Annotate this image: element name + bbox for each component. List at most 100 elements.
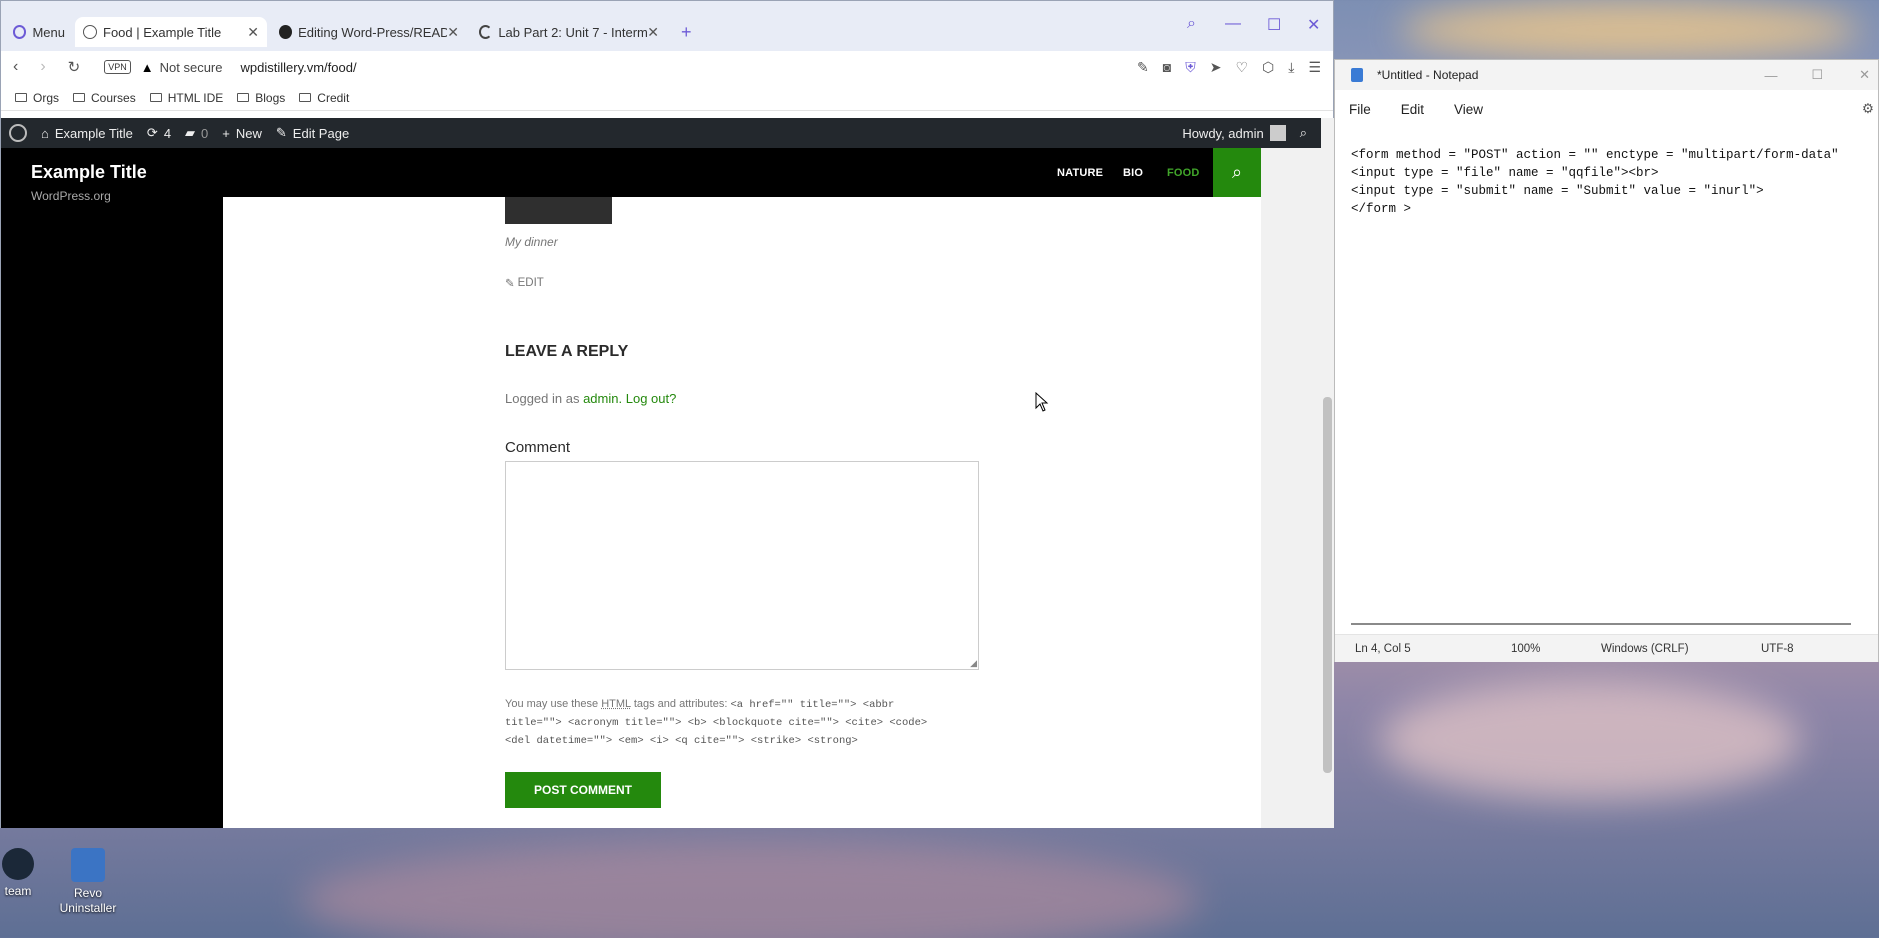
sidebar-link-wordpress-org[interactable]: WordPress.org	[31, 189, 111, 203]
post-comment-button[interactable]: POST COMMENT	[505, 772, 661, 808]
allowed-code: <a href="" title=""> <abbr	[730, 699, 895, 711]
forward-icon[interactable]: ›	[40, 58, 45, 76]
tab-label: Lab Part 2: Unit 7 - Interme	[498, 24, 648, 40]
notepad-status-bar: Ln 4, Col 5 100% Windows (CRLF) UTF-8	[1335, 634, 1878, 662]
reply-heading: LEAVE A REPLY	[505, 343, 629, 360]
close-window-icon[interactable]: ✕	[1307, 15, 1320, 35]
nav-nature[interactable]: NATURE	[1057, 167, 1103, 179]
user-link[interactable]: admin	[583, 391, 618, 406]
notepad-menu-bar: File Edit View ⚙	[1335, 94, 1878, 124]
admin-account[interactable]: Howdy, admin	[1182, 125, 1286, 141]
desktop-icon-label: team	[4, 884, 32, 898]
folder-icon	[149, 93, 162, 102]
steam-icon	[2, 848, 34, 880]
edit-icon[interactable]: ✎	[1137, 59, 1149, 76]
folder-icon	[73, 93, 86, 102]
bookmark-blogs[interactable]: Blogs	[237, 91, 285, 105]
image-caption: My dinner	[505, 235, 558, 249]
line-endings: Windows (CRLF)	[1601, 642, 1689, 655]
tab-food[interactable]: Food | Example Title ✕	[75, 17, 267, 47]
desktop-icon-revo-uninstaller[interactable]: Revo Uninstaller	[52, 848, 124, 916]
home-icon: ⌂	[41, 125, 49, 141]
avatar	[1269, 125, 1286, 141]
logout-link[interactable]: Log out?	[626, 391, 677, 406]
folder-icon	[15, 93, 27, 102]
menu-file[interactable]: File	[1349, 102, 1371, 117]
heart-icon[interactable]: ♡	[1235, 59, 1248, 76]
desktop-background-cloud	[300, 840, 1200, 938]
admin-edit-page[interactable]: ✎ Edit Page	[276, 125, 349, 141]
menu-label: Menu	[32, 24, 65, 40]
admin-updates[interactable]: ⟳ 4	[147, 125, 171, 141]
url-field[interactable]: wpdistillery.vm/food/	[241, 60, 357, 75]
bookmark-label: HTML IDE	[167, 90, 224, 105]
globe-icon	[83, 25, 97, 39]
easy-setup-icon[interactable]: ☰	[1308, 59, 1321, 76]
download-icon[interactable]: ⤓	[1288, 59, 1294, 76]
horizontal-scrollbar[interactable]	[1351, 623, 1851, 625]
reload-icon[interactable]: ↻	[68, 58, 81, 76]
back-icon[interactable]: ‹	[13, 58, 18, 76]
new-tab-icon[interactable]: +	[673, 17, 697, 47]
nav-food[interactable]: FOOD	[1167, 167, 1200, 179]
close-window-icon[interactable]: ✕	[1859, 67, 1870, 83]
desktop-icon-label: Revo Uninstaller	[59, 886, 117, 915]
bookmarks-bar: Orgs Courses HTML IDE Blogs Credit	[1, 85, 1333, 111]
bookmark-html-ide[interactable]: HTML IDE	[149, 90, 224, 105]
tab-github[interactable]: Editing Word-Press/READM ✕	[271, 17, 467, 47]
wordpress-logo-icon[interactable]	[9, 124, 27, 142]
address-bar: ‹ › ↻ VPN ▲ Not secure wpdistillery.vm/f…	[1, 51, 1333, 83]
scrollbar-thumb[interactable]	[1323, 397, 1332, 773]
close-tab-icon[interactable]: ✕	[247, 24, 259, 41]
send-icon[interactable]: ➤	[1210, 59, 1222, 76]
bookmark-label: Courses	[91, 90, 136, 105]
bookmark-label: Blogs	[255, 90, 286, 105]
minimize-icon[interactable]: —	[1225, 15, 1241, 33]
page-gutter	[1261, 148, 1321, 828]
notepad-editor[interactable]: <form method = "POST" action = "" enctyp…	[1335, 132, 1878, 620]
menu-edit[interactable]: Edit	[1401, 102, 1424, 117]
bookmark-courses[interactable]: Courses	[73, 91, 136, 105]
admin-comments[interactable]: ▰ 0	[185, 125, 208, 141]
comment-textarea[interactable]: ◢	[505, 461, 979, 670]
maximize-icon[interactable]: ☐	[1811, 67, 1823, 83]
admin-search-icon[interactable]: ⌕	[1300, 125, 1307, 141]
revo-uninstaller-icon	[71, 848, 105, 882]
settings-gear-icon[interactable]: ⚙	[1862, 101, 1874, 117]
encoding: UTF-8	[1761, 642, 1794, 655]
browser-window: Menu Food | Example Title ✕ Editing Word…	[0, 0, 1334, 828]
desktop-background	[1380, 680, 1800, 800]
site-title[interactable]: Example Title	[31, 162, 147, 183]
opera-logo-icon	[13, 25, 27, 39]
tab-label: Food | Example Title	[103, 24, 222, 40]
minimize-icon[interactable]: —	[1764, 68, 1777, 83]
maximize-icon[interactable]: ☐	[1267, 15, 1281, 35]
allowed-tags-note: You may use these HTML tags and attribut…	[505, 695, 927, 750]
vpn-badge[interactable]: VPN	[104, 60, 131, 74]
shield-icon[interactable]: ⛨	[1185, 59, 1196, 76]
admin-new[interactable]: + New	[222, 126, 262, 141]
edit-link[interactable]: ✎ EDIT	[505, 276, 544, 290]
bookmark-credit[interactable]: Credit	[299, 91, 349, 105]
updates-icon: ⟳	[146, 125, 158, 140]
site-search-button[interactable]: ⌕	[1213, 148, 1261, 197]
browser-menu-button[interactable]: Menu	[5, 17, 73, 47]
camera-icon[interactable]: ◙	[1163, 59, 1171, 75]
notepad-text: <form method = "POST" action = "" enctyp…	[1351, 148, 1839, 216]
desktop-icon-steam[interactable]: team	[0, 848, 38, 898]
admin-site-name[interactable]: ⌂ Example Title	[41, 126, 133, 141]
menu-view[interactable]: View	[1454, 102, 1483, 117]
plus-icon: +	[222, 125, 230, 141]
close-tab-icon[interactable]: ✕	[447, 24, 459, 41]
close-tab-icon[interactable]: ✕	[647, 24, 659, 41]
box-icon[interactable]: ⬡	[1262, 59, 1274, 76]
tab-lab[interactable]: Lab Part 2: Unit 7 - Interme ✕	[471, 17, 667, 47]
new-label: New	[235, 125, 262, 141]
search-tabs-icon[interactable]: ⌕	[1187, 15, 1196, 33]
bookmark-orgs[interactable]: Orgs	[15, 91, 59, 105]
security-status[interactable]: Not secure	[160, 60, 223, 75]
resize-handle-icon[interactable]: ◢	[970, 658, 977, 669]
allowed-code: <del datetime=""> <em> <i> <q cite=""> <…	[505, 735, 858, 747]
nav-bio[interactable]: BIO	[1123, 167, 1143, 179]
folder-icon	[299, 93, 312, 102]
